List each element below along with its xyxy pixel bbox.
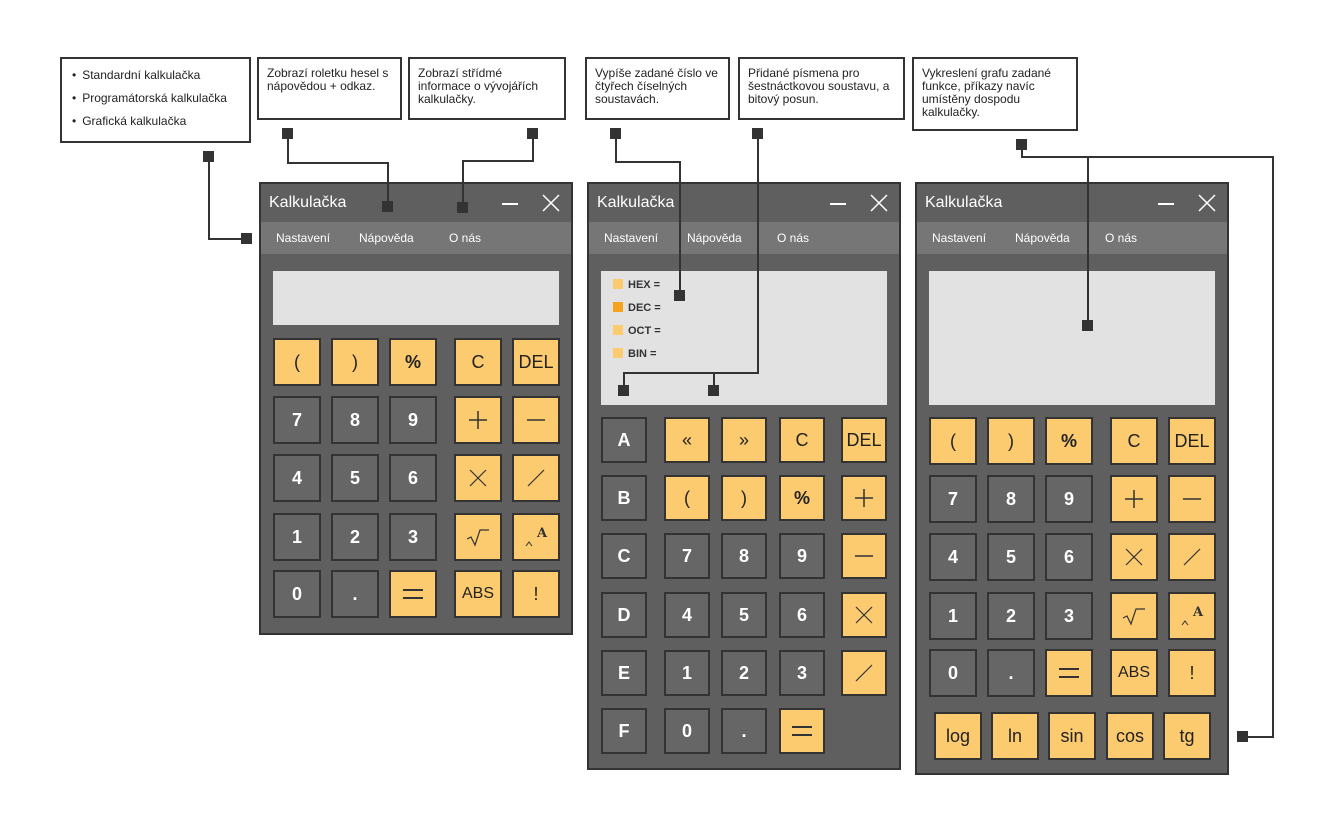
connector-marker	[1016, 139, 1027, 150]
connector-bases	[615, 134, 681, 296]
connector-marker	[1237, 731, 1248, 742]
connector-marker	[1082, 320, 1093, 331]
connector-marker	[382, 201, 393, 212]
connector-hex-left	[623, 134, 759, 391]
connector-marker	[527, 128, 538, 139]
connector-help	[287, 134, 389, 207]
connector-graph-keys	[1088, 156, 1274, 738]
connector-marker	[457, 202, 468, 213]
connector-graph-display	[1021, 145, 1089, 326]
connector-about	[462, 134, 534, 208]
connector-marker	[708, 385, 719, 396]
connector-types	[208, 157, 247, 240]
connector-marker	[674, 290, 685, 301]
connector-marker	[610, 128, 621, 139]
connector-marker	[618, 385, 629, 396]
connector-marker	[752, 128, 763, 139]
connector-lines	[208, 134, 1274, 738]
connector-marker	[241, 233, 252, 244]
connector-marker	[203, 151, 214, 162]
connector-marker	[282, 128, 293, 139]
